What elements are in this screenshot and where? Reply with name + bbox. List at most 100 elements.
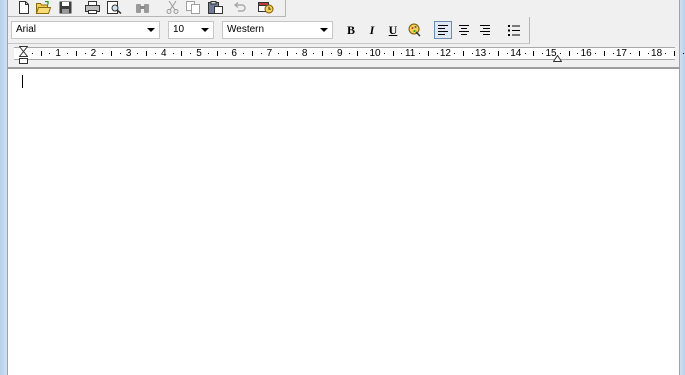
font-name-dropdown[interactable]: Arial bbox=[11, 21, 160, 39]
ruler-tick bbox=[111, 51, 112, 56]
ruler-tick bbox=[630, 53, 632, 54]
ruler-tick bbox=[40, 51, 42, 56]
open-folder-icon[interactable] bbox=[35, 0, 51, 14]
paste-icon[interactable] bbox=[207, 0, 223, 14]
ruler-tick bbox=[427, 51, 429, 56]
font-size-dropdown[interactable]: 10 bbox=[168, 21, 214, 39]
window-frame-right bbox=[679, 0, 685, 375]
ruler-tick bbox=[119, 53, 121, 54]
ruler-tick bbox=[568, 51, 570, 56]
toolbar-area: Arial 10 Western B I U bbox=[8, 0, 679, 44]
ruler-label: 11 bbox=[404, 48, 416, 59]
chevron-down-icon bbox=[320, 28, 328, 32]
window-frame-left bbox=[0, 0, 8, 375]
ruler-tick bbox=[137, 53, 139, 54]
indent-marker-icon[interactable] bbox=[19, 46, 28, 66]
ruler-tick bbox=[155, 53, 156, 54]
underline-button[interactable]: U bbox=[384, 21, 402, 39]
ruler-scale: 1 2 3 4 5 6 7 8 9 10 11 12 13 14 15 16 17 18 bbox=[14, 47, 684, 60]
font-size-value: 10 bbox=[173, 24, 185, 35]
align-right-icon bbox=[480, 25, 490, 35]
save-disk-icon[interactable] bbox=[57, 0, 73, 14]
ruler-tick bbox=[436, 53, 438, 54]
bullet-list-icon bbox=[508, 24, 520, 36]
text-color-icon[interactable] bbox=[406, 21, 424, 39]
ruler-tick bbox=[225, 53, 227, 54]
ruler-tick bbox=[102, 53, 104, 54]
ruler-tick bbox=[454, 53, 456, 54]
insert-date-time-icon[interactable] bbox=[258, 0, 274, 14]
ruler-tick bbox=[216, 51, 218, 56]
ruler-tick bbox=[639, 51, 640, 56]
chevron-down-icon bbox=[201, 28, 209, 32]
ruler-tick bbox=[243, 53, 244, 54]
font-name-value: Arial bbox=[16, 24, 37, 35]
ruler-tick bbox=[146, 51, 148, 56]
ruler-tick bbox=[49, 53, 51, 54]
script-value: Western bbox=[227, 24, 265, 35]
ruler-label: 2 bbox=[90, 48, 97, 59]
ruler: 1 2 3 4 5 6 7 8 9 10 11 12 13 14 15 16 17 18 bbox=[8, 44, 684, 68]
ruler-tick bbox=[251, 51, 253, 56]
undo-icon[interactable] bbox=[231, 0, 247, 14]
italic-button[interactable]: I bbox=[363, 21, 381, 39]
new-document-icon[interactable] bbox=[16, 0, 32, 14]
align-left-icon bbox=[438, 25, 448, 35]
ruler-tick bbox=[383, 53, 385, 54]
ruler-tick bbox=[665, 53, 667, 54]
ruler-tick bbox=[507, 53, 508, 54]
bold-button[interactable]: B bbox=[342, 21, 360, 39]
ruler-tick bbox=[322, 51, 324, 56]
ruler-label: 3 bbox=[125, 48, 132, 59]
ruler-tick bbox=[278, 53, 280, 54]
format-toolbar: Arial 10 Western B I U bbox=[8, 17, 530, 44]
ruler-tick bbox=[181, 51, 183, 56]
script-dropdown[interactable]: Western bbox=[222, 21, 333, 39]
copy-icon[interactable] bbox=[185, 0, 201, 14]
ruler-tick bbox=[524, 53, 526, 54]
ruler-tick bbox=[471, 53, 473, 54]
ruler-label: 14 bbox=[510, 48, 522, 59]
find-binoculars-icon[interactable] bbox=[134, 0, 150, 14]
bullets-button[interactable] bbox=[505, 21, 523, 39]
ruler-tick bbox=[647, 53, 649, 54]
ruler-label: 5 bbox=[196, 48, 202, 59]
ruler-label: 7 bbox=[266, 48, 273, 59]
print-preview-icon[interactable] bbox=[106, 0, 122, 14]
ruler-label: 8 bbox=[301, 48, 308, 59]
ruler-tick bbox=[84, 53, 86, 54]
ruler-tick bbox=[463, 51, 464, 56]
ruler-tick bbox=[603, 51, 605, 56]
ruler-tick bbox=[295, 53, 297, 54]
ruler-tick bbox=[287, 51, 288, 56]
ruler-label: 17 bbox=[615, 48, 627, 59]
align-right-button[interactable] bbox=[476, 21, 494, 39]
ruler-label: 1 bbox=[55, 48, 61, 59]
cut-scissors-icon[interactable] bbox=[164, 0, 180, 14]
ruler-tick bbox=[612, 53, 614, 54]
ruler-tick bbox=[331, 53, 332, 54]
align-left-button[interactable] bbox=[434, 21, 452, 39]
ruler-tick bbox=[190, 53, 192, 54]
ruler-tick bbox=[313, 53, 315, 54]
ruler-label: 13 bbox=[475, 48, 487, 59]
ruler-label: 6 bbox=[231, 48, 237, 59]
ruler-tick bbox=[577, 53, 579, 54]
standard-toolbar bbox=[8, 0, 286, 17]
ruler-tick bbox=[366, 53, 368, 54]
ruler-tick bbox=[683, 53, 684, 54]
ruler-label: 4 bbox=[161, 48, 167, 59]
ruler-tick bbox=[260, 53, 262, 54]
print-icon[interactable] bbox=[84, 0, 100, 14]
ruler-tick bbox=[401, 53, 403, 54]
chevron-down-icon bbox=[147, 28, 155, 32]
ruler-tick bbox=[67, 53, 68, 54]
ruler-label: 10 bbox=[369, 48, 381, 59]
ruler-tick bbox=[542, 53, 544, 54]
right-indent-marker-icon[interactable] bbox=[553, 52, 562, 62]
ruler-tick bbox=[392, 51, 394, 56]
align-center-button[interactable] bbox=[455, 21, 473, 39]
ruler-label: 9 bbox=[337, 48, 343, 59]
ruler-tick bbox=[207, 53, 209, 54]
document-editor[interactable] bbox=[8, 68, 679, 375]
